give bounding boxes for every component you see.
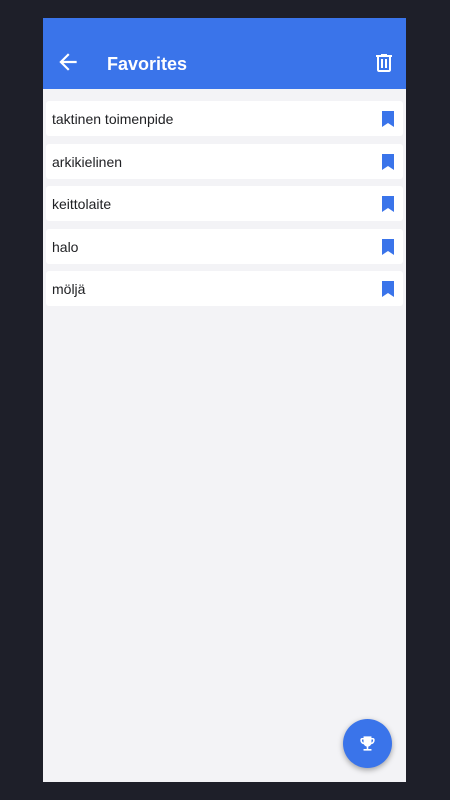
bookmark-icon[interactable]	[381, 196, 395, 212]
list-item-label: arkikielinen	[52, 153, 123, 170]
app-bar: Favorites	[43, 18, 406, 89]
back-button[interactable]	[55, 49, 81, 75]
arrow-left-icon	[59, 53, 77, 71]
list-item[interactable]: arkikielinen	[46, 143, 403, 179]
list-item-label: taktinen toimenpide	[52, 111, 174, 127]
trophy-icon	[360, 736, 375, 751]
bookmark-icon[interactable]	[381, 153, 395, 170]
list-item[interactable]: keittolaite	[46, 186, 403, 221]
trash-icon	[376, 54, 392, 72]
list-item[interactable]: taktinen toimenpide	[46, 101, 403, 136]
app-screen: Favorites taktinen toimenpide arkikielin…	[43, 18, 406, 782]
bookmark-icon[interactable]	[381, 238, 395, 255]
page-title: Favorites	[107, 54, 188, 74]
list-item-label: möljä	[52, 281, 86, 297]
delete-all-button[interactable]	[372, 51, 396, 75]
bookmark-icon[interactable]	[381, 111, 395, 127]
bookmark-icon[interactable]	[381, 281, 395, 297]
favorites-list: taktinen toimenpide arkikielinen keittol…	[46, 101, 403, 314]
list-item[interactable]: halo	[46, 228, 403, 264]
list-item-label: halo	[52, 238, 79, 255]
trophy-fab-button[interactable]	[343, 719, 392, 768]
list-item-label: keittolaite	[52, 196, 112, 212]
list-item[interactable]: möljä	[46, 271, 403, 306]
